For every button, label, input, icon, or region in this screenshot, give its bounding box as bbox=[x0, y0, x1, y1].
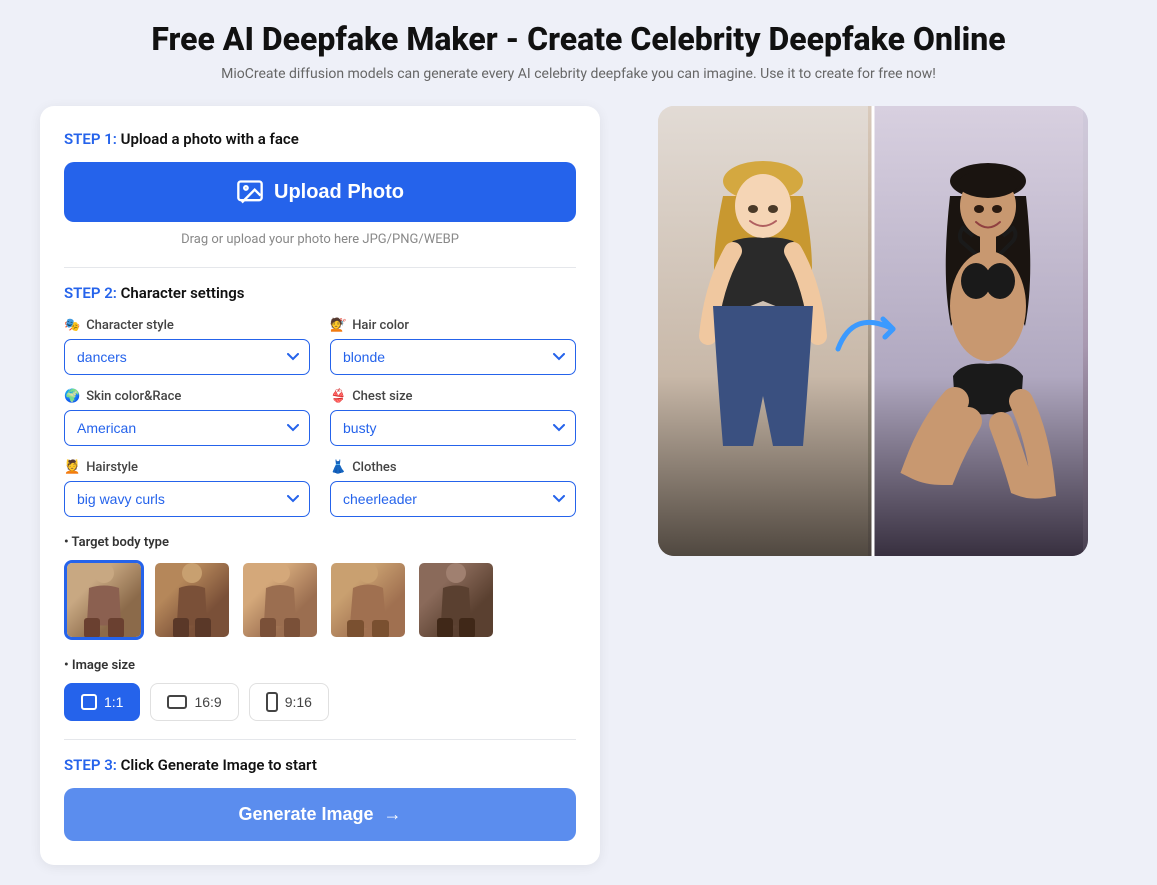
step2-header: STEP 2: Character settings bbox=[64, 284, 576, 302]
body-type-thumb-1[interactable] bbox=[64, 560, 144, 640]
character-style-select[interactable]: dancers model actress bbox=[64, 339, 310, 375]
step2-number: STEP 2: bbox=[64, 284, 117, 302]
upload-icon bbox=[236, 178, 264, 206]
step2-text: Character settings bbox=[121, 284, 245, 302]
character-style-icon: 🎭 bbox=[64, 318, 80, 333]
step3-header: STEP 3: Click Generate Image to start bbox=[64, 756, 576, 774]
size-16-9-button[interactable]: 16:9 bbox=[150, 683, 238, 721]
landscape-icon bbox=[167, 695, 187, 709]
page-subtitle: MioCreate diffusion models can generate … bbox=[40, 66, 1117, 82]
hair-color-group: 💇 Hair color blonde brunette black bbox=[330, 318, 576, 375]
before-figure-svg bbox=[658, 106, 868, 556]
size-1-1-label: 1:1 bbox=[104, 694, 123, 710]
body-type-thumb-4[interactable] bbox=[328, 560, 408, 640]
preview-after-image bbox=[873, 106, 1088, 556]
body-type-thumb-3[interactable] bbox=[240, 560, 320, 640]
step1-header: STEP 1: Upload a photo with a face bbox=[64, 130, 576, 148]
skin-race-group: 🌍 Skin color&Race American Asian Europea… bbox=[64, 389, 310, 446]
upload-photo-button[interactable]: Upload Photo bbox=[64, 162, 576, 222]
step1-text: Upload a photo with a face bbox=[121, 130, 299, 148]
step3-number: STEP 3: bbox=[64, 756, 117, 774]
left-panel: STEP 1: Upload a photo with a face Uploa… bbox=[40, 106, 600, 865]
step3-section: STEP 3: Click Generate Image to start Ge… bbox=[64, 756, 576, 841]
preview-container bbox=[658, 106, 1088, 556]
size-1-1-button[interactable]: 1:1 bbox=[64, 683, 140, 721]
chest-size-label: 👙 Chest size bbox=[330, 389, 576, 404]
generate-image-button[interactable]: Generate Image → bbox=[64, 788, 576, 841]
clothes-label: 👗 Clothes bbox=[330, 460, 576, 475]
chest-size-group: 👙 Chest size busty slim average bbox=[330, 389, 576, 446]
image-size-label: Image size bbox=[64, 658, 576, 673]
size-9-16-label: 9:16 bbox=[285, 694, 312, 710]
image-size-options: 1:1 16:9 9:16 bbox=[64, 683, 576, 721]
portrait-icon bbox=[266, 692, 278, 712]
hair-color-label: 💇 Hair color bbox=[330, 318, 576, 333]
skin-race-icon: 🌍 bbox=[64, 389, 80, 404]
right-panel bbox=[628, 106, 1117, 556]
body-type-grid bbox=[64, 560, 576, 640]
body-type-section: Target body type bbox=[64, 535, 576, 640]
skin-race-select[interactable]: American Asian European bbox=[64, 410, 310, 446]
character-style-label: 🎭 Character style bbox=[64, 318, 310, 333]
step3-text: Click Generate Image to start bbox=[121, 756, 317, 774]
body-type-label: Target body type bbox=[64, 535, 576, 550]
clothes-select[interactable]: cheerleader casual formal bbox=[330, 481, 576, 517]
size-9-16-button[interactable]: 9:16 bbox=[249, 683, 329, 721]
divider-2 bbox=[64, 739, 576, 740]
preview-before-image bbox=[658, 106, 873, 556]
size-16-9-label: 16:9 bbox=[194, 694, 221, 710]
square-icon bbox=[81, 694, 97, 710]
generate-btn-label: Generate Image bbox=[238, 804, 373, 825]
hairstyle-select[interactable]: big wavy curls straight short bbox=[64, 481, 310, 517]
hairstyle-group: 💆 Hairstyle big wavy curls straight shor… bbox=[64, 460, 310, 517]
hair-color-select[interactable]: blonde brunette black bbox=[330, 339, 576, 375]
page-title: Free AI Deepfake Maker - Create Celebrit… bbox=[40, 20, 1117, 58]
clothes-icon: 👗 bbox=[330, 460, 346, 475]
upload-btn-label: Upload Photo bbox=[274, 181, 404, 204]
after-figure-svg bbox=[873, 106, 1083, 556]
chest-size-icon: 👙 bbox=[330, 389, 346, 404]
clothes-group: 👗 Clothes cheerleader casual formal bbox=[330, 460, 576, 517]
body-type-thumb-5[interactable] bbox=[416, 560, 496, 640]
image-size-section: Image size 1:1 16:9 bbox=[64, 658, 576, 721]
upload-hint: Drag or upload your photo here JPG/PNG/W… bbox=[64, 232, 576, 247]
divider-1 bbox=[64, 267, 576, 268]
hair-color-icon: 💇 bbox=[330, 318, 346, 333]
skin-race-label: 🌍 Skin color&Race bbox=[64, 389, 310, 404]
settings-grid: 🎭 Character style dancers model actress … bbox=[64, 318, 576, 517]
hairstyle-label: 💆 Hairstyle bbox=[64, 460, 310, 475]
character-style-group: 🎭 Character style dancers model actress bbox=[64, 318, 310, 375]
body-type-thumb-2[interactable] bbox=[152, 560, 232, 640]
step1-number: STEP 1: bbox=[64, 130, 117, 148]
chest-size-select[interactable]: busty slim average bbox=[330, 410, 576, 446]
generate-btn-arrow: → bbox=[384, 804, 402, 825]
main-layout: STEP 1: Upload a photo with a face Uploa… bbox=[40, 106, 1117, 865]
hairstyle-icon: 💆 bbox=[64, 460, 80, 475]
